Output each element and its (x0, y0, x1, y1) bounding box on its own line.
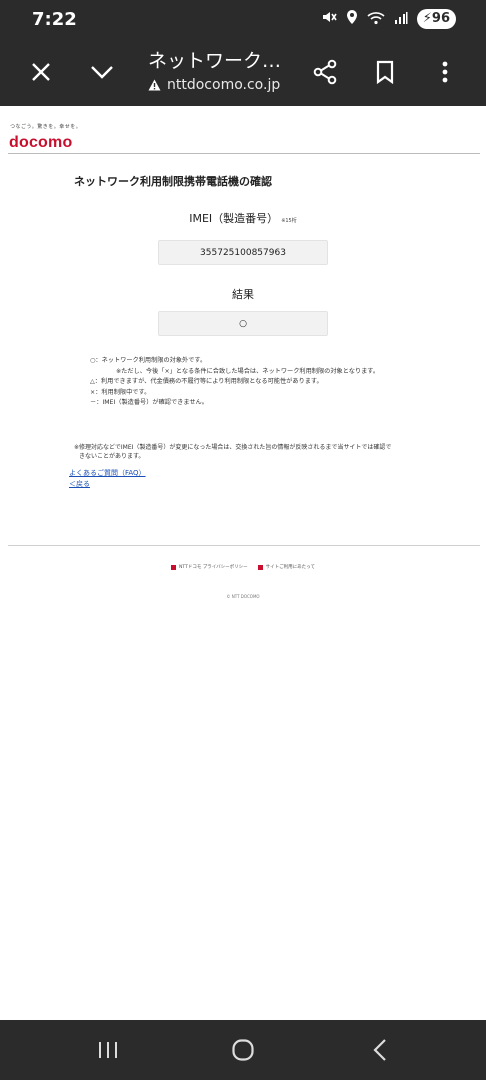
legend-text: IMEI（製造番号）が確認できません。 (102, 399, 208, 406)
brand-tagline: つなごう。驚きを。幸せを。 (10, 124, 82, 130)
close-button[interactable] (25, 56, 57, 88)
faq-link[interactable]: よくあるご質問（FAQ） (69, 468, 146, 478)
legend-symbol: △ (90, 378, 95, 385)
header-divider (8, 153, 480, 154)
legend-text: 利用制限中です。 (101, 388, 151, 396)
battery-icon: ⚡ (422, 11, 432, 26)
system-nav-bar (0, 1020, 486, 1080)
legend-item: ×：利用制限中です。 (90, 388, 151, 396)
web-page: つなごう。驚きを。幸せを。 docomo ネットワーク利用制限携帯電話機の確認 … (0, 106, 486, 1020)
docomo-logo[interactable]: docomo (9, 134, 72, 152)
battery-level: 96 (431, 11, 450, 26)
mute-icon (321, 9, 337, 29)
more-vert-icon (442, 61, 448, 83)
url-display[interactable]: nttdocomo.co.jp (148, 77, 298, 93)
page-heading: ネットワーク利用制限携帯電話機の確認 (74, 175, 272, 188)
more-button[interactable] (429, 56, 461, 88)
repair-note-line: ※修理対応などでIMEI（製造番号）が変更になった場合は、交換された旨の情報が反… (74, 444, 392, 451)
minimize-button[interactable] (86, 56, 118, 88)
back-link[interactable]: ＜戻る (69, 479, 90, 489)
chevron-down-icon (91, 66, 113, 79)
privacy-policy-link[interactable]: NTTドコモ プライバシーポリシー (171, 564, 248, 570)
share-button[interactable] (309, 56, 341, 88)
legend-item: －：IMEI（製造番号）が確認できません。 (90, 399, 208, 406)
location-icon (346, 9, 358, 29)
bookmark-icon (376, 60, 394, 84)
legend-text: 利用できますが、代金債務の不履行等により利用制限となる可能性があります。 (100, 378, 323, 385)
legend-list: ○：ネットワーク利用制限の対象外です。 ※ただし、今後「×」となる条件に合致した… (90, 356, 430, 409)
tab-info[interactable]: ネットワーク… nttdocomo.co.jp (148, 46, 298, 93)
close-icon (32, 63, 50, 81)
share-icon (313, 59, 337, 85)
legend-item: △：利用できますが、代金債務の不履行等により利用制限となる可能性があります。 (90, 378, 323, 385)
battery-indicator: ⚡96 (416, 9, 456, 29)
warning-icon (148, 79, 161, 91)
back-icon (373, 1039, 386, 1061)
browser-toolbar: ネットワーク… nttdocomo.co.jp (0, 40, 486, 106)
bookmark-button[interactable] (369, 56, 401, 88)
result-value: ○ (239, 318, 247, 329)
copyright: © NTT DOCOMO (226, 594, 260, 599)
result-label: 結果 (232, 288, 254, 301)
legend-item: ○：ネットワーク利用制限の対象外です。 (90, 357, 207, 364)
legend-text: ※ただし、今後「×」となる条件に合致した場合は、ネットワーク利用制限の対象となり… (116, 367, 380, 375)
status-icons: ⚡96 (321, 9, 456, 29)
legend-item-note: ※ただし、今後「×」となる条件に合致した場合は、ネットワーク利用制限の対象となり… (90, 367, 430, 378)
recents-button[interactable] (93, 1035, 123, 1065)
footer-divider (8, 545, 480, 546)
imei-value-field: 355725100857963 (158, 240, 328, 265)
page-title: ネットワーク… (148, 50, 282, 72)
link-bullet-icon (171, 564, 177, 570)
site-usage-link[interactable]: サイトご利用にあたって (257, 564, 315, 570)
footer-links: NTTドコモ プライバシーポリシー サイトご利用にあたって (0, 564, 486, 570)
legend-symbol: × (90, 388, 96, 396)
legend-symbol: ○ (90, 357, 96, 364)
recents-icon (99, 1042, 117, 1058)
repair-note-line: きないことがあります。 (79, 453, 145, 460)
status-time: 7:22 (32, 9, 77, 30)
back-button[interactable] (365, 1035, 395, 1065)
site-usage-text: サイトご利用にあたって (265, 565, 315, 570)
wifi-icon (367, 10, 385, 29)
result-value-field: ○ (158, 311, 328, 336)
home-icon (232, 1039, 254, 1061)
legend-text: ネットワーク利用制限の対象外です。 (101, 357, 207, 364)
imei-label: IMEI（製造番号） ※15桁 (0, 210, 486, 226)
signal-icon (394, 10, 408, 29)
repair-note: ※修理対応などでIMEI（製造番号）が変更になった場合は、交換された旨の情報が反… (74, 443, 424, 461)
url-text: nttdocomo.co.jp (167, 77, 281, 93)
imei-value: 355725100857963 (200, 247, 286, 258)
home-button[interactable] (228, 1035, 258, 1065)
legend-symbol: － (90, 399, 97, 406)
imei-label-text: IMEI（製造番号） (189, 212, 279, 225)
privacy-policy-text: NTTドコモ プライバシーポリシー (179, 565, 248, 570)
status-bar: 7:22 ⚡96 (0, 0, 486, 40)
link-bullet-icon (257, 564, 263, 570)
imei-note: ※15桁 (281, 218, 297, 224)
